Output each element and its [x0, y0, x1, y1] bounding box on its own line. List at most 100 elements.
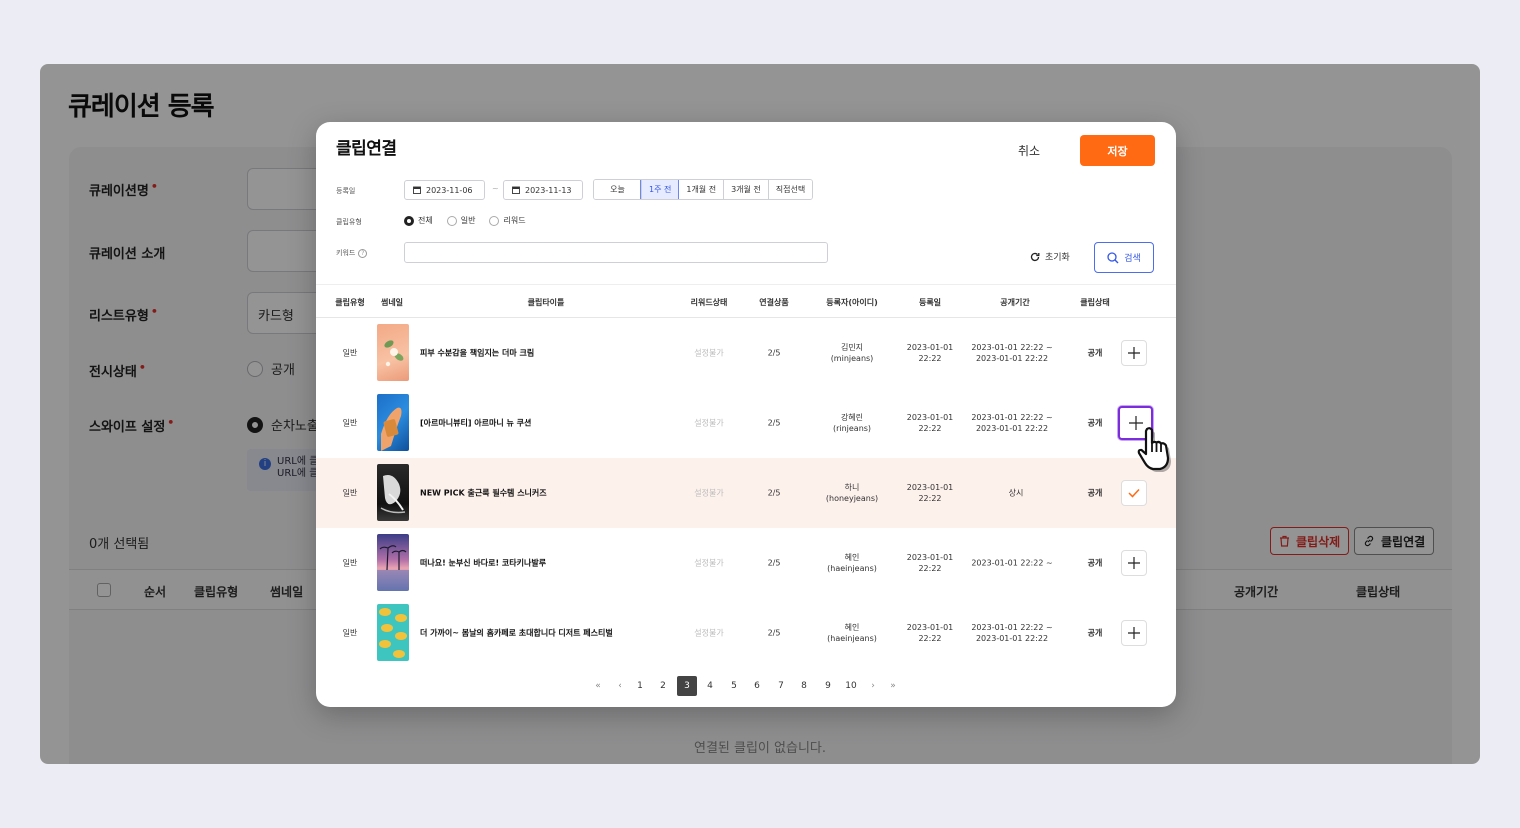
- row-type: 일반: [342, 488, 358, 498]
- row-title[interactable]: [아르마니뷰티] 아르마니 뉴 쿠션: [420, 418, 531, 429]
- calendar-icon: [512, 186, 520, 194]
- row-reward: 설정불가: [694, 628, 724, 638]
- page-7[interactable]: 7: [771, 676, 791, 696]
- add-clip-button[interactable]: [1121, 340, 1147, 366]
- modal-title: 클립연결: [336, 139, 397, 159]
- added-check-button[interactable]: [1121, 480, 1147, 506]
- clip-type-label: 클립유형: [336, 218, 362, 226]
- cancel-button[interactable]: 취소: [1018, 142, 1040, 159]
- calendar-icon: [413, 186, 421, 194]
- clip-thumbnail: [377, 604, 409, 661]
- range-3month[interactable]: 3개월 전: [723, 180, 768, 199]
- keyword-label: 키워드?: [336, 248, 368, 258]
- row-products: 2/5: [767, 348, 781, 358]
- first-page-icon[interactable]: «: [588, 676, 608, 696]
- range-1week[interactable]: 1주 전: [639, 180, 680, 199]
- table-row: 일반 더 가까이~ 봄날의 홈카페로 초대합니다 디저트 페스티벌 설정불가 2…: [316, 598, 1176, 668]
- row-type: 일반: [342, 418, 358, 428]
- col-products: 연결상품: [759, 298, 789, 307]
- type-all-radio[interactable]: 전체: [404, 215, 433, 226]
- next-page-icon[interactable]: ›: [863, 676, 883, 696]
- clip-table-header: 클립유형 썸네일 클립타이틀 리워드상태 연결상품 등록자(아이디) 등록일 공…: [316, 284, 1176, 318]
- col-status: 클립상태: [1080, 298, 1110, 307]
- col-author: 등록자(아이디): [826, 298, 878, 307]
- page-9[interactable]: 9: [818, 676, 838, 696]
- add-clip-button[interactable]: [1121, 620, 1147, 646]
- row-date: 2023-01-01 22:22: [906, 413, 954, 433]
- row-reward: 설정불가: [694, 418, 724, 428]
- save-button[interactable]: 저장: [1080, 135, 1155, 166]
- clip-thumbnail: [377, 394, 409, 451]
- date-separator: ~: [492, 184, 499, 193]
- table-row: 일반 NEW PICK 출근룩 필수템 스니커즈 설정불가 2/5 하니 (hon…: [316, 458, 1176, 528]
- date-to-input[interactable]: 2023-11-13: [503, 180, 583, 200]
- row-author: 강혜린 (rinjeans): [832, 413, 872, 433]
- row-title[interactable]: NEW PICK 출근룩 필수템 스니커즈: [420, 488, 547, 499]
- page-2[interactable]: 2: [653, 676, 673, 696]
- row-date: 2023-01-01 22:22: [906, 623, 954, 643]
- date-from-input[interactable]: 2023-11-06: [404, 180, 485, 200]
- col-period: 공개기간: [1000, 298, 1030, 307]
- range-1month[interactable]: 1개월 전: [678, 180, 724, 199]
- help-icon[interactable]: ?: [358, 248, 368, 258]
- page-8[interactable]: 8: [794, 676, 814, 696]
- plus-icon: [1128, 347, 1140, 359]
- col-type: 클립유형: [335, 298, 365, 307]
- type-normal-radio[interactable]: 일반: [446, 215, 475, 226]
- plus-icon: [1128, 627, 1140, 639]
- row-period: 2023-01-01 22:22 ~2023-01-01 22:22: [971, 343, 1053, 363]
- row-type: 일반: [342, 558, 358, 568]
- row-type: 일반: [342, 628, 358, 638]
- add-clip-button[interactable]: [1121, 550, 1147, 576]
- table-row: 일반 피부 수분감을 책임지는 더마 크림 설정불가 2/5 김민지 (minje…: [316, 318, 1176, 388]
- table-row: 일반 [아르마니뷰티] 아르마니 뉴 쿠션 설정불가 2/5 강혜린 (rinje…: [316, 388, 1176, 458]
- col-reward: 리워드상태: [690, 298, 728, 307]
- clip-type-radios: 전체 일반 리워드: [404, 215, 526, 226]
- page-1[interactable]: 1: [630, 676, 650, 696]
- prev-page-icon[interactable]: ‹: [610, 676, 630, 696]
- reset-button[interactable]: 초기화: [1030, 250, 1070, 263]
- range-custom[interactable]: 직접선택: [767, 180, 813, 199]
- row-status: 공개: [1087, 558, 1103, 568]
- last-page-icon[interactable]: »: [883, 676, 903, 696]
- row-products: 2/5: [767, 418, 781, 428]
- page-4[interactable]: 4: [700, 676, 720, 696]
- search-button[interactable]: 검색: [1094, 242, 1154, 273]
- col-date: 등록일: [918, 298, 942, 307]
- row-reward: 설정불가: [694, 348, 724, 358]
- row-date: 2023-01-01 22:22: [906, 483, 954, 503]
- clip-thumbnail: [377, 534, 409, 591]
- page-6[interactable]: 6: [747, 676, 767, 696]
- keyword-input[interactable]: [404, 242, 828, 263]
- row-products: 2/5: [767, 628, 781, 638]
- check-icon: [1128, 488, 1140, 498]
- refresh-icon: [1030, 252, 1040, 261]
- row-author: 하니 (honeyjeans): [825, 483, 879, 503]
- row-period: 상시: [1008, 488, 1024, 498]
- row-status: 공개: [1087, 348, 1103, 358]
- col-thumb: 썸네일: [380, 298, 404, 307]
- row-products: 2/5: [767, 488, 781, 498]
- plus-icon: [1128, 557, 1140, 569]
- clip-thumbnail: [377, 464, 409, 521]
- row-date: 2023-01-01 22:22: [906, 343, 954, 363]
- row-title[interactable]: 더 가까이~ 봄날의 홈카페로 초대합니다 디저트 페스티벌: [420, 628, 613, 639]
- range-today[interactable]: 오늘: [594, 180, 641, 199]
- row-author: 김민지 (minjeans): [830, 343, 874, 363]
- page-3[interactable]: 3: [677, 676, 697, 696]
- row-status: 공개: [1087, 628, 1103, 638]
- row-reward: 설정불가: [694, 488, 724, 498]
- page-5[interactable]: 5: [724, 676, 744, 696]
- search-icon: [1107, 251, 1119, 263]
- row-status: 공개: [1087, 418, 1103, 428]
- row-type: 일반: [342, 348, 358, 358]
- date-range-buttons: 오늘 1주 전 1개월 전 3개월 전 직접선택: [593, 179, 814, 200]
- row-title[interactable]: 떠나요! 눈부신 바다로! 코타키나발루: [420, 558, 546, 569]
- row-title[interactable]: 피부 수분감을 책임지는 더마 크림: [420, 348, 534, 359]
- row-author: 혜인 (haeinjeans): [827, 623, 877, 643]
- row-period: 2023-01-01 22:22 ~: [971, 558, 1053, 568]
- type-reward-radio[interactable]: 리워드: [489, 215, 526, 226]
- date-filter-label: 등록일: [336, 187, 356, 195]
- row-period: 2023-01-01 22:22 ~2023-01-01 22:22: [971, 623, 1053, 643]
- page-10[interactable]: 10: [841, 676, 861, 696]
